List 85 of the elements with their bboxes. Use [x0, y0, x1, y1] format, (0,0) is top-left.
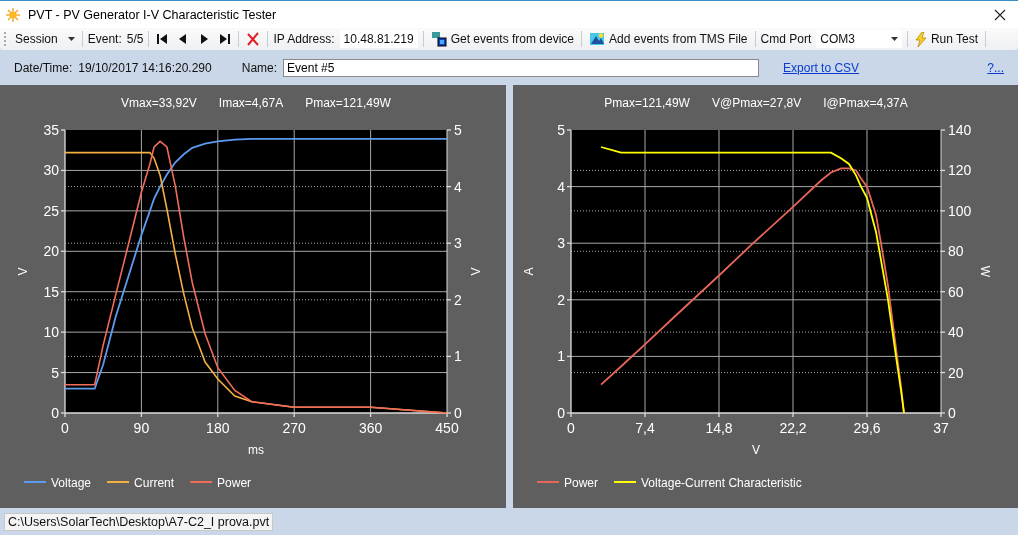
sun-icon: [6, 7, 20, 22]
tick-label: 5: [51, 364, 59, 381]
readout-text: Imax=4,67A: [218, 96, 284, 110]
readout-text: Pmax=121,49W: [305, 96, 391, 110]
last-icon[interactable]: [219, 33, 232, 45]
ip-address-field[interactable]: 10.48.81.219: [339, 30, 418, 48]
tick-label: 120: [948, 162, 972, 179]
tick-label: 25: [43, 202, 59, 219]
tick-label: 80: [948, 243, 964, 260]
axis-title: A: [522, 267, 536, 276]
tick-label: 7,4: [635, 420, 655, 436]
tick-label: 2: [454, 291, 462, 308]
event-position: 5/5: [126, 32, 144, 46]
tick-label: 1: [454, 348, 462, 365]
tick-label: 5: [454, 122, 462, 138]
caret-icon: [890, 37, 898, 41]
tick-label: 40: [948, 324, 964, 341]
tick-label: 140: [948, 122, 972, 138]
tick-label: 5: [557, 122, 565, 138]
tick-label: 1: [557, 348, 565, 365]
axis-title: V: [469, 267, 483, 276]
cmd-port-label: Cmd Port: [760, 32, 812, 46]
tick-label: 22,2: [779, 420, 807, 436]
date-time-value: 19/10/2017 14:16:20.290: [78, 60, 212, 75]
lightning-icon: [914, 31, 927, 47]
name-field[interactable]: Event #5: [283, 58, 760, 77]
add-events-button[interactable]: Add events from TMS File: [587, 29, 750, 49]
tick-label: 0: [948, 405, 956, 421]
readout-text: Pmax=121,49W: [604, 96, 690, 110]
axis-title: W: [978, 265, 992, 278]
legend-label: Power: [217, 476, 252, 490]
ip-address-label: IP Address:: [273, 32, 335, 46]
image-icon: [589, 32, 606, 46]
tick-label: 20: [43, 243, 59, 260]
date-time-label: Date/Time:: [14, 60, 73, 75]
name-label: Name:: [241, 60, 278, 75]
get-events-button[interactable]: Get events from device: [428, 29, 577, 49]
tick-label: 3: [454, 235, 462, 252]
tick-label: 0: [557, 405, 565, 421]
computer-icon: [430, 31, 447, 47]
tick-label: 90: [133, 420, 150, 436]
tick-label: 37: [933, 420, 949, 436]
axis-title: V: [752, 443, 760, 457]
readout-text: Vmax=33,92V: [121, 96, 197, 110]
axis-title: ms: [248, 443, 264, 457]
run-test-button[interactable]: Run Test: [912, 29, 981, 49]
help-link[interactable]: ?...: [987, 60, 1004, 75]
session-dropdown[interactable]: Session: [13, 29, 77, 49]
export-link[interactable]: Export to CSV: [783, 60, 860, 75]
legend-label: Current: [134, 476, 175, 490]
tick-label: 0: [454, 405, 462, 421]
tick-label: 4: [557, 178, 565, 195]
tick-label: 10: [43, 324, 59, 341]
tick-label: 3: [557, 235, 565, 252]
cmd-port-dropdown[interactable]: COM3: [816, 30, 902, 48]
caret-icon: [67, 37, 75, 41]
tick-label: 4: [454, 178, 462, 195]
tick-label: 2: [557, 291, 565, 308]
delete-icon[interactable]: [246, 32, 261, 46]
tick-label: 360: [358, 420, 383, 436]
legend-label: Voltage-Current Characteristic: [641, 476, 802, 490]
axis-title: V: [16, 267, 30, 276]
event-label: Event:: [87, 32, 122, 46]
legend-label: Voltage: [51, 476, 92, 490]
readout-text: V@Pmax=27,8V: [711, 96, 802, 110]
tick-label: 100: [948, 202, 972, 219]
window-title: PVT - PV Generator I-V Characteristic Tester: [28, 7, 277, 22]
readout-text: I@Pmax=4,37A: [823, 96, 908, 110]
tick-label: 14,8: [705, 420, 733, 436]
tick-label: 0: [567, 420, 575, 436]
first-icon[interactable]: [156, 33, 169, 45]
tick-label: 0: [61, 420, 69, 436]
close-icon[interactable]: [994, 8, 1006, 21]
tick-label: 35: [43, 122, 59, 138]
tick-label: 0: [51, 405, 59, 421]
tick-label: 270: [282, 420, 306, 436]
tick-label: 29,6: [853, 420, 881, 436]
tick-label: 450: [435, 420, 459, 436]
tick-label: 15: [43, 283, 59, 300]
tick-label: 30: [43, 162, 59, 179]
tick-label: 20: [948, 364, 964, 381]
legend-label: Power: [564, 476, 598, 490]
tick-label: 60: [948, 283, 964, 300]
file-path: C:\Users\SolarTech\Desktop\A7-C2_I prova.pvt: [4, 512, 274, 531]
tick-label: 180: [206, 420, 230, 436]
